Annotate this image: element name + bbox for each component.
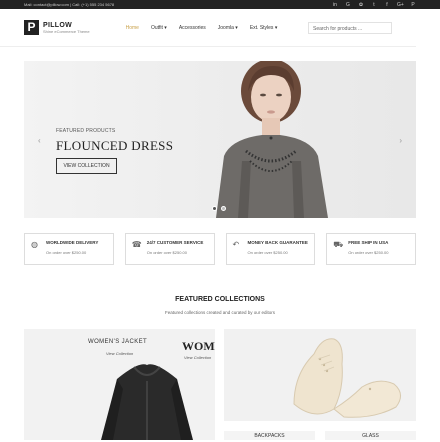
feature-free-ship: ⛟ FREE SHIP IN USA On order over $250.00 bbox=[326, 233, 416, 265]
slider-dot[interactable] bbox=[212, 206, 217, 211]
collection-shoes[interactable] bbox=[224, 329, 416, 421]
jacket-view-link[interactable]: View Collection bbox=[106, 351, 133, 356]
hero-title: FLOUNCED DRESS bbox=[56, 138, 174, 153]
truck-icon: ⛟ bbox=[333, 240, 344, 249]
site-header: P PILLOW Shine eCommerce Theme Home Outf… bbox=[0, 9, 416, 47]
feature-money-back: ↶ MONEY BACK GUARANTEE On order over $25… bbox=[225, 233, 316, 265]
pinterest-icon[interactable]: P bbox=[410, 2, 416, 8]
logo-icon[interactable]: P bbox=[24, 20, 39, 35]
feature-title: WORLDWIDE DELIVERY bbox=[46, 240, 99, 245]
search-input[interactable]: Search for products ... bbox=[308, 21, 392, 34]
model-image bbox=[216, 61, 328, 218]
slider-prev-icon[interactable]: ‹ bbox=[38, 136, 41, 145]
slider-dot[interactable] bbox=[221, 206, 226, 211]
hero-slider: ‹ › FEATURED PRODUCTS FLOUNCED DRESS VIE… bbox=[24, 61, 416, 218]
feature-title: 24/7 CUSTOMER SERVICE bbox=[146, 240, 204, 245]
hero-kicker: FEATURED PRODUCTS bbox=[56, 128, 116, 134]
flickr-icon[interactable]: ✿ bbox=[358, 2, 364, 8]
main-nav: Home Outfit ▾ Accessories Joomla ▾ Ext. … bbox=[126, 25, 278, 31]
social-links: in G ✿ t f G+ P bbox=[332, 2, 416, 8]
feature-title: MONEY BACK GUARANTEE bbox=[247, 240, 308, 245]
collection-backpacks[interactable]: BACKPACKS bbox=[224, 431, 315, 440]
shoes-label: WOMEN'SHOES bbox=[182, 339, 215, 353]
headset-icon: ☎ bbox=[131, 240, 142, 249]
feature-worldwide-delivery: ◍ WORLDWIDE DELIVERY On order over $250.… bbox=[24, 233, 114, 265]
slider-next-icon[interactable]: › bbox=[399, 136, 402, 145]
facebook-icon[interactable]: f bbox=[384, 2, 390, 8]
feature-sub: On order over $250.00 bbox=[348, 250, 389, 255]
jacket-image bbox=[101, 364, 193, 440]
slider-dots bbox=[212, 206, 226, 211]
twitter-icon[interactable]: t bbox=[371, 2, 377, 8]
logo-name: PILLOW bbox=[43, 21, 73, 29]
collection-glass[interactable]: GLASS bbox=[325, 431, 416, 440]
google-icon[interactable]: G bbox=[345, 2, 351, 8]
feature-customer-service: ☎ 24/7 CUSTOMER SERVICE On order over $2… bbox=[124, 233, 215, 265]
logo-tagline: Shine eCommerce Theme bbox=[43, 28, 90, 34]
nav-item-joomla[interactable]: Joomla ▾ bbox=[218, 25, 238, 31]
collection-jacket[interactable]: WOMEN'S JACKET View Collection WOMEN'SHO… bbox=[24, 329, 215, 440]
top-bar: Mail: contact@pillow.com | Call: (+1) 55… bbox=[0, 0, 440, 9]
feature-sub: On order over $250.00 bbox=[247, 250, 288, 255]
section-title: FEATURED COLLECTIONS bbox=[175, 296, 265, 303]
nav-item-ext-styles[interactable]: Ext. Styles ▾ bbox=[250, 25, 278, 31]
section-subtitle: Featured collections created and curated… bbox=[164, 310, 276, 315]
nav-item-accessories[interactable]: Accessories bbox=[179, 25, 206, 31]
jacket-label: WOMEN'S JACKET bbox=[88, 339, 148, 345]
feature-sub: On order over $250.00 bbox=[146, 250, 187, 255]
feature-sub: On order over $250.00 bbox=[46, 250, 87, 255]
nav-item-outfit[interactable]: Outfit ▾ bbox=[151, 25, 167, 31]
nav-item-home[interactable]: Home bbox=[126, 25, 139, 31]
view-collection-button[interactable]: VIEW COLLECTION bbox=[56, 158, 117, 174]
shoes-image bbox=[293, 338, 401, 418]
googleplus-icon[interactable]: G+ bbox=[397, 2, 404, 8]
globe-icon: ◍ bbox=[31, 240, 38, 249]
contact-info: Mail: contact@pillow.com | Call: (+1) 55… bbox=[24, 2, 115, 7]
linkedin-icon[interactable]: in bbox=[332, 2, 338, 8]
feature-title: FREE SHIP IN USA bbox=[348, 240, 389, 245]
refund-icon: ↶ bbox=[232, 240, 240, 249]
logo[interactable]: PILLOW Shine eCommerce Theme bbox=[43, 22, 90, 34]
feature-strip: ◍ WORLDWIDE DELIVERY On order over $250.… bbox=[24, 233, 416, 265]
shoes-view-link[interactable]: View Collection bbox=[184, 355, 211, 360]
